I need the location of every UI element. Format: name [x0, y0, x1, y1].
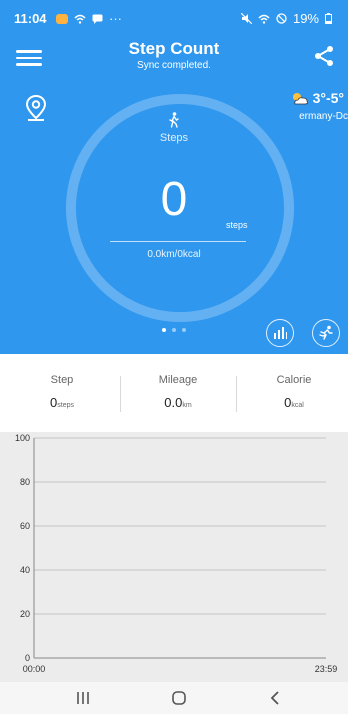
wifi-icon [74, 14, 86, 24]
summary-mileage-unit: km [182, 402, 192, 409]
status-time: 11:04 [14, 11, 47, 26]
page-indicator [0, 328, 348, 332]
step-count-screen: 11:04 ··· 19% Step Count Sync completed. [0, 0, 348, 714]
page-dot-active [162, 328, 166, 332]
status-more: ··· [109, 11, 122, 26]
status-right: 19% [240, 11, 332, 26]
step-count-value: 0 [160, 173, 188, 226]
no-signal-icon [276, 13, 287, 24]
summary-step: Step 0steps [4, 374, 120, 410]
sync-status: Sync completed. [137, 60, 211, 71]
page-dot [182, 328, 186, 332]
walking-icon [0, 112, 348, 133]
share-icon[interactable] [312, 44, 336, 68]
step-chart-svg: 0 20 40 60 80 100 00:00 23:59 [15, 433, 338, 674]
step-header: Step Count Sync completed. 3°-5° ermany-… [0, 36, 348, 354]
battery-icon [325, 13, 332, 24]
y-tick-label: 60 [20, 521, 30, 531]
wifi-signal-icon [258, 14, 270, 24]
distance-calorie-text: 0.0km/0kcal [147, 249, 201, 260]
step-count-unit: steps [226, 220, 248, 230]
y-tick-label: 80 [20, 477, 30, 487]
steps-label: Steps [159, 132, 189, 144]
y-tick-label: 100 [15, 433, 30, 443]
home-icon[interactable] [168, 688, 190, 708]
battery-percent: 19% [292, 11, 319, 26]
y-tick-label: 0 [25, 653, 30, 663]
x-start-label: 00:00 [23, 664, 46, 674]
summary-step-unit: steps [57, 402, 74, 409]
message-icon [92, 14, 103, 24]
back-icon[interactable] [264, 688, 286, 708]
recent-apps-icon[interactable] [72, 688, 94, 708]
x-end-label: 23:59 [315, 664, 338, 674]
page-title: Step Count [128, 39, 220, 58]
y-tick-label: 20 [20, 609, 30, 619]
statistics-button[interactable] [266, 319, 294, 347]
status-bar: 11:04 ··· 19% [0, 0, 348, 36]
weather-temp: 3°-5° [312, 90, 344, 106]
bar-chart-icon [274, 327, 287, 339]
summary-mileage-value: 0.0 [164, 395, 183, 410]
summary-calorie-label: Calorie [276, 374, 312, 386]
y-tick-label: 40 [20, 565, 30, 575]
step-chart: 0 20 40 60 80 100 00:00 23:59 [0, 432, 348, 682]
summary-mileage-label: Mileage [158, 374, 198, 386]
ring-divider [110, 241, 246, 242]
summary-calorie-unit: kcal [291, 402, 304, 409]
summary-calorie: Calorie 0kcal [236, 374, 348, 410]
summary-step-label: Step [50, 374, 74, 386]
summary-mileage: Mileage 0.0km [120, 374, 236, 410]
partly-cloudy-icon [292, 92, 308, 104]
workout-button[interactable] [312, 319, 340, 347]
mute-icon [240, 13, 252, 24]
running-icon [319, 325, 333, 340]
notification-icons: ··· [56, 11, 122, 26]
daily-summary: Step 0steps Mileage 0.0km Calorie 0kcal [0, 354, 348, 432]
android-nav-bar [0, 682, 348, 714]
app-notification-icon [56, 13, 68, 24]
page-dot [172, 328, 176, 332]
